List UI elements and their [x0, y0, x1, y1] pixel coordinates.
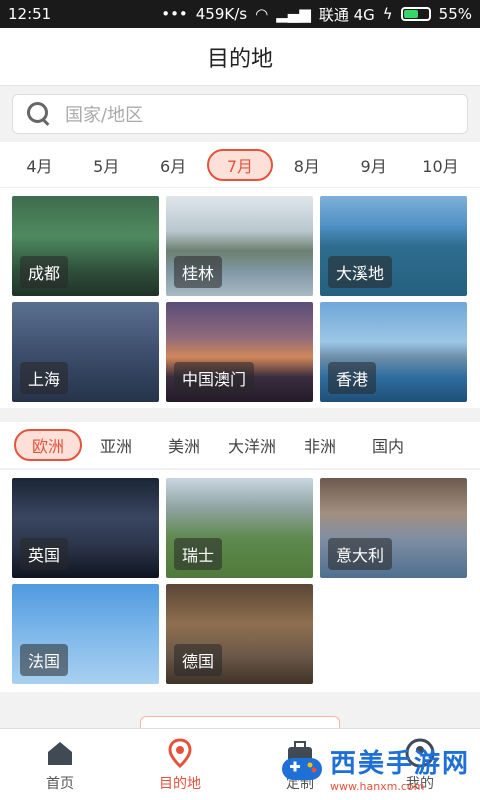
destination-tile-macau[interactable]: 中国澳门 — [166, 302, 313, 402]
country-tile-france[interactable]: 法国 — [12, 584, 159, 684]
month-tab-9[interactable]: 9月 — [341, 149, 407, 181]
country-label: 德国 — [174, 644, 223, 676]
status-bar: 12:51 ••• 459K/s ◠ ▂▄▆ 联通 4G ϟ 55% — [0, 0, 480, 28]
destination-label: 成都 — [20, 256, 69, 288]
country-tile-uk[interactable]: 英国 — [12, 478, 159, 578]
country-label: 瑞士 — [174, 538, 223, 570]
search-icon — [27, 102, 51, 126]
gamepad-icon — [282, 758, 322, 780]
search-input[interactable]: 国家/地区 — [12, 94, 468, 134]
region-tab-oceania[interactable]: 大洋洲 — [218, 429, 286, 461]
month-tab-10[interactable]: 10月 — [407, 149, 473, 181]
watermark-url: www.hanxm.com — [330, 780, 425, 793]
tab-home-label: 首页 — [46, 775, 74, 792]
destination-label: 大溪地 — [328, 256, 393, 288]
home-icon — [48, 741, 72, 765]
notification-dots: ••• — [161, 5, 188, 23]
country-label: 法国 — [20, 644, 69, 676]
country-tile-italy[interactable]: 意大利 — [320, 478, 467, 578]
destination-tile-hongkong[interactable]: 香港 — [320, 302, 467, 402]
month-tab-4[interactable]: 4月 — [6, 149, 72, 181]
country-grid: 英国 瑞士 意大利 法国 德国 — [0, 470, 480, 692]
destination-label: 香港 — [328, 362, 377, 394]
charging-icon: ϟ — [382, 5, 393, 23]
search-placeholder: 国家/地区 — [65, 105, 144, 126]
region-tab-africa[interactable]: 非洲 — [286, 429, 354, 461]
country-tile-germany[interactable]: 德国 — [166, 584, 313, 684]
wifi-icon: ◠ — [255, 5, 269, 23]
destination-grid: 成都 桂林 大溪地 上海 中国澳门 香港 — [0, 188, 480, 408]
month-tab-8[interactable]: 8月 — [274, 149, 340, 181]
destination-label: 中国澳门 — [174, 362, 255, 394]
status-time: 12:51 — [8, 5, 52, 23]
month-tab-5[interactable]: 5月 — [73, 149, 139, 181]
destination-tile-tahiti[interactable]: 大溪地 — [320, 196, 467, 296]
tab-home[interactable]: 首页 — [0, 729, 120, 800]
country-tile-switzerland[interactable]: 瑞士 — [166, 478, 313, 578]
carrier-label: 联通 4G — [318, 5, 375, 24]
country-label: 意大利 — [328, 538, 393, 570]
tab-destination-label: 目的地 — [159, 775, 201, 792]
month-tab-7[interactable]: 7月 — [206, 148, 273, 181]
region-tab-europe[interactable]: 欧洲 — [14, 429, 82, 461]
network-speed: 459K/s — [195, 5, 248, 23]
region-tabs: 欧洲 亚洲 美洲 大洋洲 非洲 国内 — [0, 422, 480, 468]
battery-icon — [400, 7, 431, 21]
battery-percent: 55% — [438, 5, 472, 23]
month-tabs: 4月 5月 6月 7月 8月 9月 10月 — [0, 142, 480, 188]
location-pin-icon — [168, 737, 192, 768]
destination-label: 上海 — [20, 362, 69, 394]
region-tab-domestic[interactable]: 国内 — [354, 429, 422, 461]
country-label: 英国 — [20, 538, 69, 570]
page-title: 目的地 — [0, 28, 480, 86]
destination-tile-guilin[interactable]: 桂林 — [166, 196, 313, 296]
destination-tile-shanghai[interactable]: 上海 — [12, 302, 159, 402]
region-tab-americas[interactable]: 美洲 — [150, 429, 218, 461]
watermark-brand: 西美手游网 — [330, 749, 471, 779]
destination-tile-chengdu[interactable]: 成都 — [12, 196, 159, 296]
month-tab-6[interactable]: 6月 — [140, 149, 206, 181]
signal-icon: ▂▄▆ — [276, 5, 311, 23]
destination-label: 桂林 — [174, 256, 223, 288]
watermark: 西美手游网 www.hanxm.com — [280, 742, 470, 794]
tab-destination[interactable]: 目的地 — [120, 729, 240, 800]
region-tab-asia[interactable]: 亚洲 — [82, 429, 150, 461]
